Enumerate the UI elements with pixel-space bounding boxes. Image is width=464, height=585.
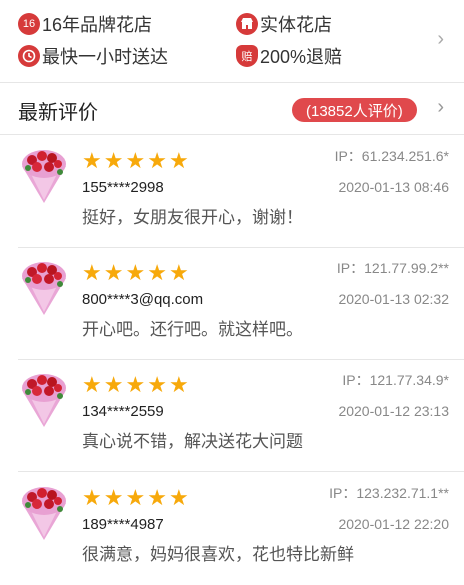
divider [0,134,464,135]
star-icon: ★ [82,148,102,173]
review-time: 2020-01-13 02:32 [338,291,449,307]
divider [0,82,464,83]
star-icon: ★ [168,485,189,510]
rating-stars: ★ ★ ★ ★ ★ [82,262,191,284]
star-icon: ★ [125,485,146,510]
review-text: 开心吧。还行吧。就这样吧。 [82,320,303,339]
feature-label: 16年品牌花店 [42,15,153,35]
star-icon: ★ [147,485,167,510]
review-item: ★ ★ ★ ★ ★ IP：123.232.71.1** 189****4987 2020-01… [0,473,464,585]
star-icon: ★ [168,260,189,285]
review-ip: IP：123.232.71.1** [329,485,449,501]
star-icon: ★ [103,260,124,285]
features-panel[interactable]: 16 16年品牌花店 实体花店 最快一小时送达 赔 200%退赔 › [0,0,464,82]
star-icon: ★ [103,148,124,173]
star-icon: ★ [82,372,102,397]
divider [18,471,464,472]
review-ip: IP：121.77.34.9* [342,372,449,388]
star-icon: ★ [103,372,124,397]
star-icon: ★ [147,260,167,285]
rating-stars: ★ ★ ★ ★ ★ [82,374,191,396]
review-ip: IP：61.234.251.6* [334,148,449,164]
review-ip: IP：121.77.99.2** [336,260,449,276]
review-item: ★ ★ ★ ★ ★ IP：121.77.99.2** 800****3@qq.com 2020… [0,248,464,360]
review-user: 189****4987 [82,516,164,533]
review-time: 2020-01-13 08:46 [338,179,449,195]
feature-refund: 赔 200%退赔 [236,43,342,69]
feature-label: 实体花店 [260,15,332,35]
review-item: ★ ★ ★ ★ ★ IP：61.234.251.6* 155****2998 2020-01-… [0,136,464,248]
review-time: 2020-01-12 22:20 [338,516,449,532]
feature-label: 200%退赔 [260,47,343,67]
feature-label: 最快一小时送达 [42,47,168,67]
review-user: 155****2998 [82,179,164,196]
refund-icon: 赔 [236,45,258,67]
clock-icon [18,45,40,67]
review-item: ★ ★ ★ ★ ★ IP：121.77.34.9* 134****2559 2020-01-1… [0,360,464,472]
rating-stars: ★ ★ ★ ★ ★ [82,150,191,172]
star-icon: ★ [168,372,189,397]
review-text: 挺好，女朋友很开心，谢谢！ [82,208,303,227]
review-time: 2020-01-12 23:13 [338,403,449,419]
star-icon: ★ [103,485,124,510]
feature-brand: 16 16年品牌花店 [18,11,152,37]
bouquet-thumbnail [18,370,70,428]
star-icon: ★ [82,485,102,510]
star-icon: ★ [147,148,167,173]
star-icon: ★ [125,148,146,173]
reviews-title: 最新评价 [18,102,98,124]
feature-shop: 实体花店 [236,11,332,37]
bouquet-thumbnail [18,146,70,204]
review-user: 134****2559 [82,403,164,420]
review-text: 真心说不错，解决送花大问题 [82,432,303,451]
feature-delivery: 最快一小时送达 [18,43,168,69]
review-text: 很满意，妈妈很喜欢，花也特比新鲜 [82,545,354,564]
shop-icon [236,13,258,35]
star-icon: ★ [82,260,102,285]
chevron-right-icon: › [437,96,444,118]
16-years-icon: 16 [18,13,40,35]
bouquet-thumbnail [18,258,70,316]
star-icon: ★ [168,148,189,173]
reviews-header[interactable]: 最新评价 (13852人评价) › [0,84,464,134]
rating-stars: ★ ★ ★ ★ ★ [82,487,191,509]
chevron-right-icon: › [437,28,444,50]
review-user: 800****3@qq.com [82,291,204,308]
review-count-badge: (13852人评价) [292,98,417,122]
star-icon: ★ [147,372,167,397]
star-icon: ★ [125,372,146,397]
bouquet-thumbnail [18,483,70,541]
star-icon: ★ [125,260,146,285]
